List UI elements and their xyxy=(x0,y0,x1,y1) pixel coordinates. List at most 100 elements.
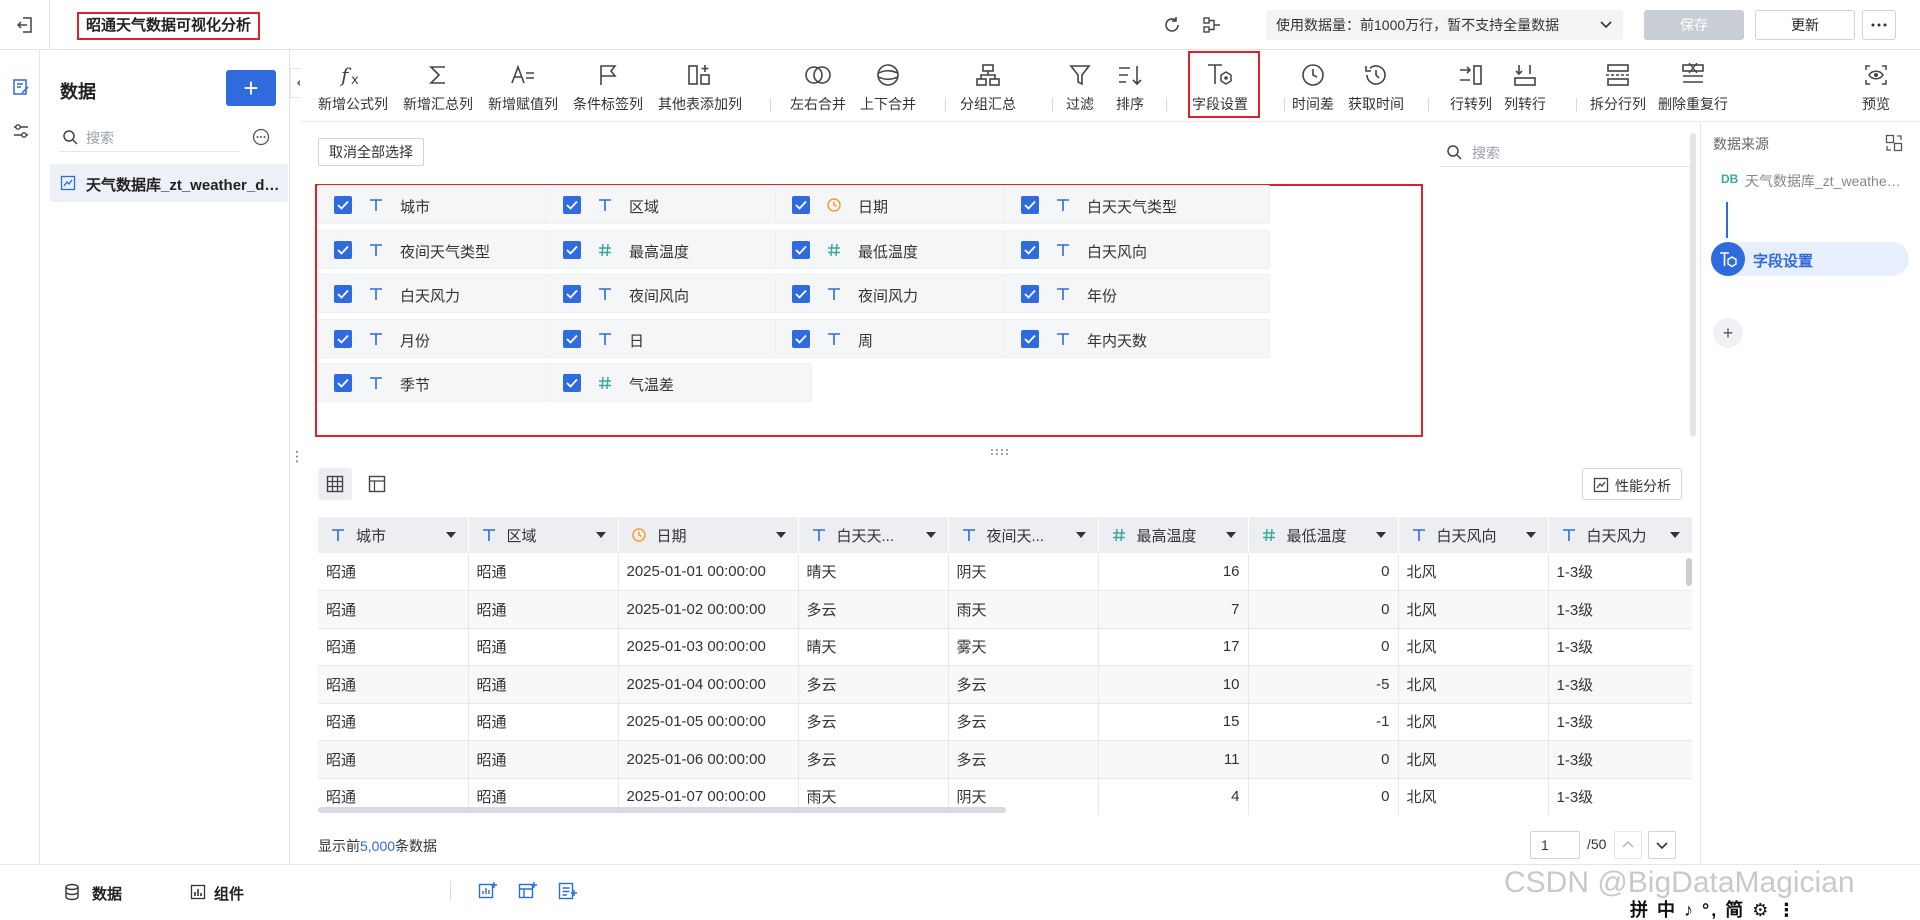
field-checkbox[interactable] xyxy=(334,285,352,303)
tool-merge-top-bottom[interactable]: 上下合并 xyxy=(860,60,916,120)
table-cell[interactable]: 1-3级 xyxy=(1548,665,1692,704)
tool-column-to-row[interactable]: 列转行 xyxy=(1504,60,1546,120)
field-item[interactable]: 周 xyxy=(775,319,1041,358)
field-item[interactable]: 气温差 xyxy=(546,363,812,402)
save-button[interactable]: 保存 xyxy=(1644,10,1744,40)
report-title[interactable]: 昭通天气数据可视化分析 xyxy=(77,12,261,40)
column-menu-caret-icon[interactable] xyxy=(1225,532,1236,538)
table-cell[interactable]: 1-3级 xyxy=(1548,553,1692,591)
more-button[interactable] xyxy=(1862,10,1896,40)
field-checkbox[interactable] xyxy=(563,241,581,259)
refresh-button[interactable] xyxy=(1160,13,1184,37)
tool-filter[interactable]: 过滤 xyxy=(1066,60,1094,120)
table-cell[interactable]: 1-3级 xyxy=(1548,628,1692,666)
column-menu-caret-icon[interactable] xyxy=(925,532,936,538)
table-cell[interactable]: 16 xyxy=(1098,553,1249,591)
field-item[interactable]: 夜间风向 xyxy=(546,274,812,313)
table-cell[interactable]: 昭通 xyxy=(318,590,469,629)
tool-group-summary[interactable]: 分组汇总 xyxy=(960,60,1016,120)
table-cell[interactable]: 0 xyxy=(1248,628,1399,666)
table-cell[interactable]: 4 xyxy=(1098,778,1249,815)
table-cell[interactable]: 17 xyxy=(1098,628,1249,666)
field-checkbox[interactable] xyxy=(792,285,810,303)
table-cell[interactable]: 雾天 xyxy=(948,628,1099,666)
tool-sort[interactable]: 排序 xyxy=(1116,60,1144,120)
add-dashboard-button[interactable] xyxy=(556,879,580,903)
column-menu-caret-icon[interactable] xyxy=(1075,532,1086,538)
table-cell[interactable]: 10 xyxy=(1098,665,1249,704)
fields-scrollbar[interactable] xyxy=(1690,133,1696,437)
tool-split-row-column[interactable]: 拆分行列 xyxy=(1590,60,1646,120)
table-cell[interactable]: 昭通 xyxy=(318,553,469,591)
field-checkbox[interactable] xyxy=(334,330,352,348)
data-usage-select[interactable]: 使用数据量：前1000万行，暂不支持全量数据 xyxy=(1266,10,1623,40)
data-more-button[interactable] xyxy=(252,128,270,146)
table-cell[interactable]: 2025-01-01 00:00:00 xyxy=(618,553,799,591)
table-cell[interactable]: 阴天 xyxy=(948,553,1099,591)
column-header[interactable]: 夜间天... xyxy=(948,517,1099,553)
field-checkbox[interactable] xyxy=(563,374,581,392)
table-cell[interactable]: 晴天 xyxy=(798,628,949,666)
table-cell[interactable]: 1-3级 xyxy=(1548,778,1692,815)
tool-condition-label-column[interactable]: 条件标签列 xyxy=(573,60,643,120)
table-cell[interactable]: 昭通 xyxy=(468,590,619,629)
table-cell[interactable]: 1-3级 xyxy=(1548,703,1692,741)
field-checkbox[interactable] xyxy=(792,241,810,259)
exit-button[interactable] xyxy=(0,0,50,50)
field-item[interactable]: 月份 xyxy=(317,319,583,358)
column-menu-caret-icon[interactable] xyxy=(1669,532,1680,538)
update-button[interactable]: 更新 xyxy=(1755,10,1855,40)
field-item[interactable]: 最高温度 xyxy=(546,230,812,269)
column-header[interactable]: 日期 xyxy=(618,517,799,553)
field-checkbox[interactable] xyxy=(563,196,581,214)
table-cell[interactable]: 昭通 xyxy=(468,628,619,666)
table-cell[interactable]: 昭通 xyxy=(468,703,619,741)
bottom-tab-data[interactable]: 数据 xyxy=(62,877,172,907)
field-checkbox[interactable] xyxy=(1021,196,1039,214)
panel-splitter[interactable] xyxy=(300,448,1690,455)
data-search-input[interactable]: 搜索 xyxy=(60,122,240,152)
table-cell[interactable]: 15 xyxy=(1098,703,1249,741)
table-cell[interactable]: 北风 xyxy=(1398,628,1549,666)
field-item[interactable]: 年份 xyxy=(1004,274,1270,313)
table-cell[interactable]: 0 xyxy=(1248,553,1399,591)
table-cell[interactable]: 2025-01-04 00:00:00 xyxy=(618,665,799,704)
field-item[interactable]: 夜间风力 xyxy=(775,274,1041,313)
grid-view-button[interactable] xyxy=(318,468,352,500)
relation-button[interactable] xyxy=(1200,13,1224,37)
flow-step-field-settings[interactable]: 字段设置 xyxy=(1711,242,1909,276)
field-item[interactable]: 年内天数 xyxy=(1004,319,1270,358)
field-checkbox[interactable] xyxy=(792,330,810,348)
table-cell[interactable]: 1-3级 xyxy=(1548,740,1692,779)
field-checkbox[interactable] xyxy=(563,285,581,303)
dataset-item[interactable]: 天气数据库_zt_weather_data xyxy=(50,164,288,202)
field-item[interactable]: 白天天气类型 xyxy=(1004,185,1270,224)
field-checkbox[interactable] xyxy=(334,374,352,392)
page-next-button[interactable] xyxy=(1648,831,1676,859)
table-cell[interactable]: 昭通 xyxy=(318,740,469,779)
table-cell[interactable]: 北风 xyxy=(1398,703,1549,741)
add-chart-button[interactable] xyxy=(476,879,500,903)
table-cell[interactable]: 多云 xyxy=(798,703,949,741)
field-checkbox[interactable] xyxy=(1021,285,1039,303)
table-cell[interactable]: 昭通 xyxy=(318,665,469,704)
column-menu-caret-icon[interactable] xyxy=(595,532,606,538)
table-cell[interactable]: 北风 xyxy=(1398,778,1549,815)
bottom-tab-component[interactable]: 组件 xyxy=(188,877,298,907)
field-item[interactable]: 区域 xyxy=(546,185,812,224)
add-table-button[interactable] xyxy=(516,879,540,903)
table-cell[interactable]: 北风 xyxy=(1398,553,1549,591)
field-item[interactable]: 季节 xyxy=(317,363,583,402)
table-cell[interactable]: 2025-01-05 00:00:00 xyxy=(618,703,799,741)
field-item[interactable]: 日 xyxy=(546,319,812,358)
page-number-input[interactable]: 1 xyxy=(1530,831,1580,859)
table-cell[interactable]: 0 xyxy=(1248,740,1399,779)
rail-edit-button[interactable] xyxy=(12,78,30,96)
flow-add-step-button[interactable]: + xyxy=(1713,318,1743,348)
deselect-all-button[interactable]: 取消全部选择 xyxy=(318,138,424,166)
table-cell[interactable]: 0 xyxy=(1248,590,1399,629)
field-search-input[interactable]: 搜索 xyxy=(1440,137,1690,167)
table-cell[interactable]: 2025-01-02 00:00:00 xyxy=(618,590,799,629)
page-prev-button[interactable] xyxy=(1614,831,1642,859)
table-cell[interactable]: 11 xyxy=(1098,740,1249,779)
